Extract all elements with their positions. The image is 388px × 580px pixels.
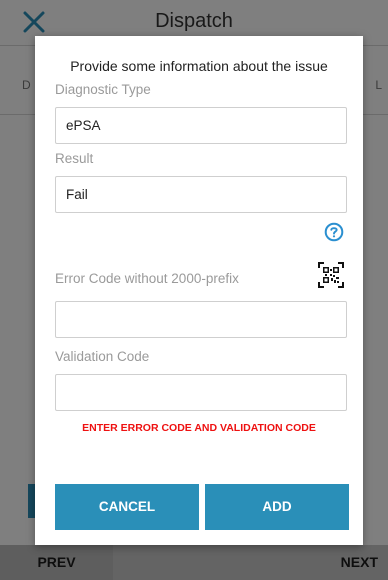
dispatch-screen: Dispatch D L PREV NEXT Provide some info…	[0, 0, 388, 580]
validation-code-label: Validation Code	[55, 349, 150, 364]
help-icon[interactable]	[324, 222, 344, 242]
error-code-label: Error Code without 2000-prefix	[55, 271, 239, 286]
cancel-button[interactable]: CANCEL	[55, 484, 199, 530]
diagnostic-type-field[interactable]: ePSA	[55, 107, 347, 144]
validation-code-input[interactable]	[55, 374, 347, 411]
validation-warning: ENTER ERROR CODE AND VALIDATION CODE	[82, 422, 316, 434]
add-button[interactable]: ADD	[205, 484, 349, 530]
qr-code-icon[interactable]	[318, 262, 344, 288]
result-field[interactable]: Fail	[55, 176, 347, 213]
error-code-input[interactable]	[55, 301, 347, 338]
diagnostic-type-label: Diagnostic Type	[55, 82, 151, 97]
dialog-title: Provide some information about the issue	[70, 58, 328, 74]
result-label: Result	[55, 151, 94, 166]
issue-info-dialog: Provide some information about the issue…	[35, 36, 363, 545]
